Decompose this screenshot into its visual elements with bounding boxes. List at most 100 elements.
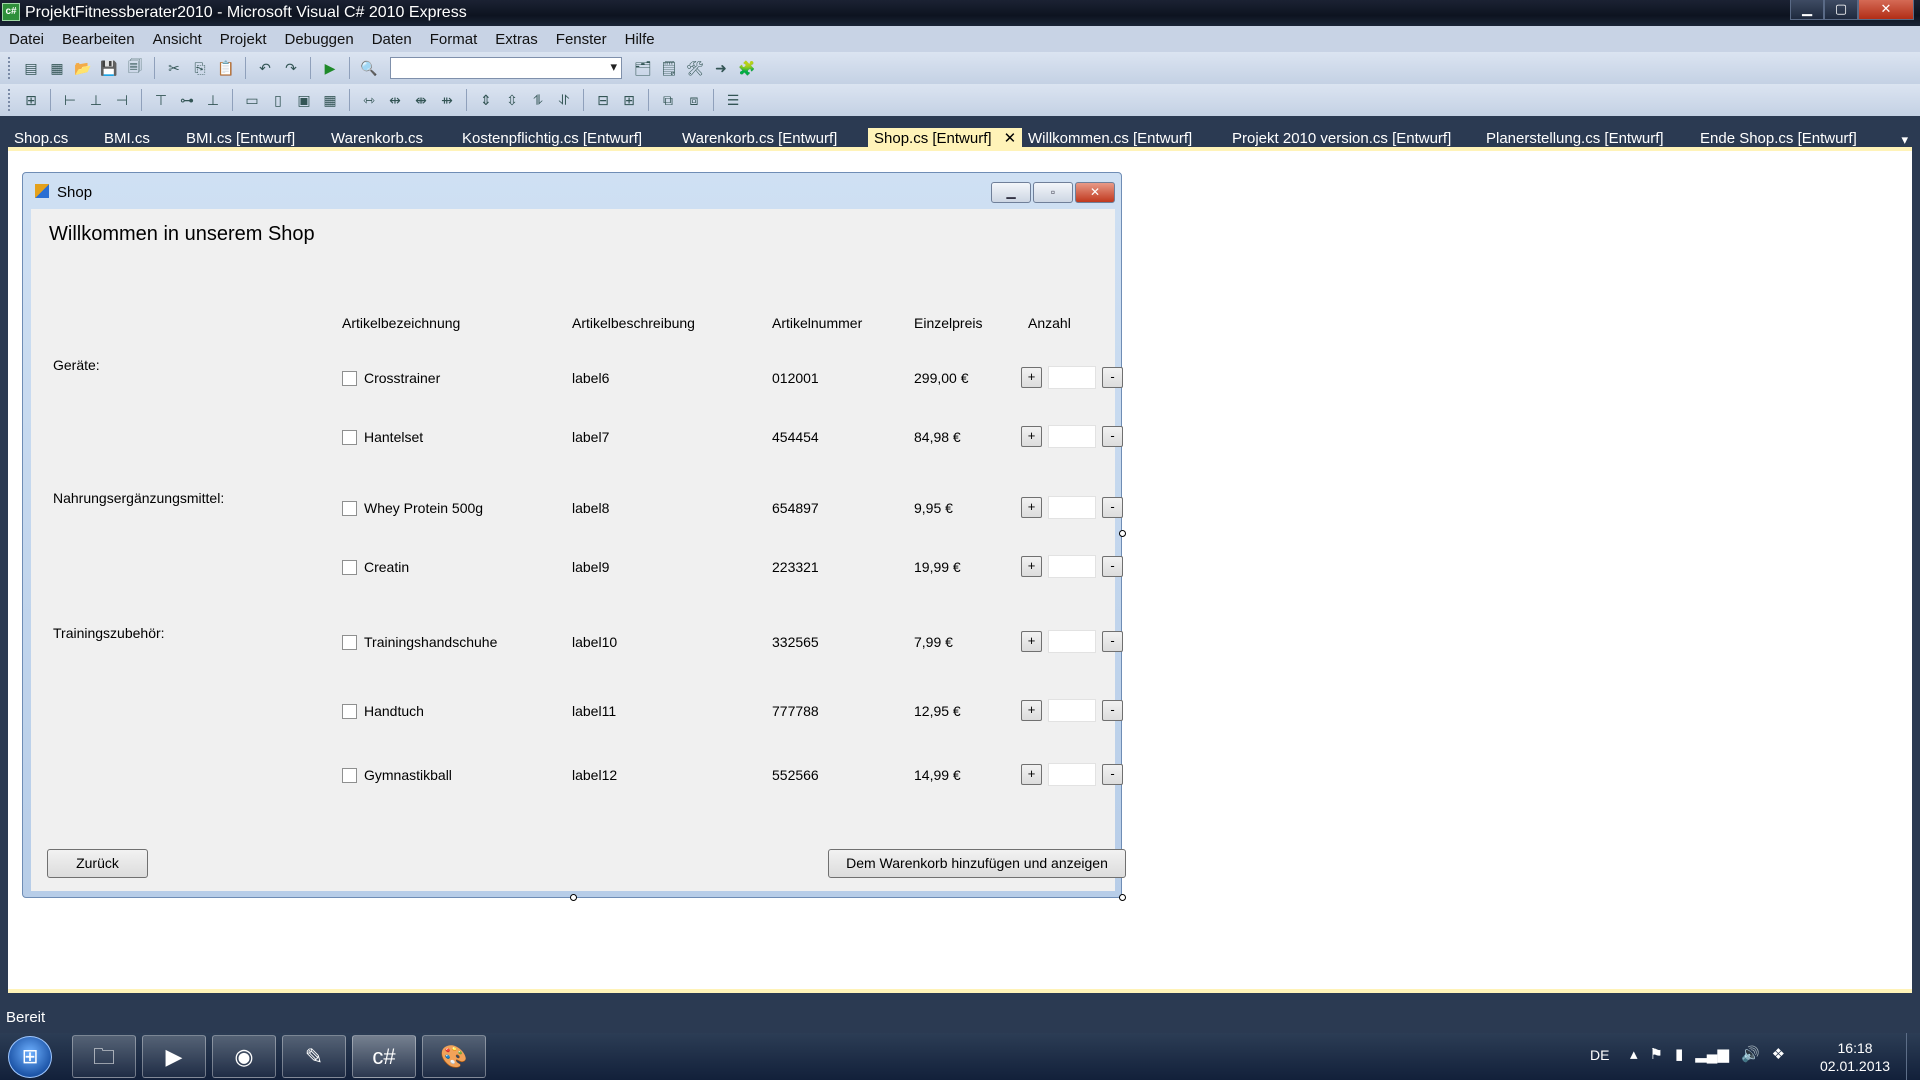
decrease-quantity-button[interactable]: - [1102, 556, 1123, 577]
toolbar-grip[interactable] [8, 57, 12, 79]
horizontal-spacing-increase-icon[interactable]: ⇹ [384, 89, 406, 111]
increase-quantity-button[interactable]: + [1021, 556, 1042, 577]
quantity-input[interactable] [1048, 496, 1096, 519]
minimize-button[interactable]: ▁ [1790, 0, 1824, 20]
dropbox-icon[interactable]: ❖ [1772, 1045, 1785, 1063]
solution-config-combo[interactable] [390, 57, 622, 79]
size-to-grid-icon[interactable]: ▦ [319, 89, 341, 111]
form-maximize-button[interactable]: ▫ [1033, 182, 1073, 203]
increase-quantity-button[interactable]: + [1021, 426, 1042, 447]
extension-manager-icon[interactable]: 🧩 [736, 57, 758, 79]
make-same-height-icon[interactable]: ▯ [267, 89, 289, 111]
menu-format[interactable]: Format [421, 31, 487, 48]
align-to-grid-icon[interactable]: ⊞ [20, 89, 42, 111]
align-centers-icon[interactable]: ⊥ [85, 89, 107, 111]
decrease-quantity-button[interactable]: - [1102, 700, 1123, 721]
resize-handle-right[interactable] [1119, 530, 1126, 537]
start-page-icon[interactable]: ➜ [710, 57, 732, 79]
send-to-back-icon[interactable]: ⧈ [683, 89, 705, 111]
quantity-input[interactable] [1048, 630, 1096, 653]
resize-handle-bottom[interactable] [570, 894, 577, 901]
horizontal-spacing-decrease-icon[interactable]: ⇼ [410, 89, 432, 111]
save-icon[interactable]: 💾 [98, 57, 120, 79]
decrease-quantity-button[interactable]: - [1102, 631, 1123, 652]
menu-extras[interactable]: Extras [486, 31, 547, 48]
windows-start-icon[interactable]: ⊞ [8, 1036, 52, 1078]
align-rights-icon[interactable]: ⊣ [111, 89, 133, 111]
menu-datei[interactable]: Datei [0, 31, 53, 48]
solution-explorer-icon[interactable]: 🗂 [632, 57, 654, 79]
quantity-input[interactable] [1048, 555, 1096, 578]
make-same-size-icon[interactable]: ▣ [293, 89, 315, 111]
network-signal-icon[interactable]: ▂▄▆ [1695, 1045, 1729, 1063]
resize-handle-corner[interactable] [1119, 894, 1126, 901]
language-indicator[interactable]: DE [1590, 1047, 1609, 1063]
volume-icon[interactable]: 🔊 [1741, 1045, 1760, 1063]
toolbar-grip[interactable] [8, 89, 12, 111]
horizontal-spacing-remove-icon[interactable]: ⇻ [436, 89, 458, 111]
horizontal-spacing-equal-icon[interactable]: ⇿ [358, 89, 380, 111]
explorer-folder-icon[interactable]: 🗀 [72, 1035, 136, 1078]
decrease-quantity-button[interactable]: - [1102, 764, 1123, 785]
menu-debuggen[interactable]: Debuggen [275, 31, 362, 48]
center-vertically-icon[interactable]: ⊞ [618, 89, 640, 111]
tab-overflow-dropdown-icon[interactable]: ▾ [1901, 132, 1908, 148]
firefox-icon[interactable]: ◉ [212, 1035, 276, 1078]
vertical-spacing-equal-icon[interactable]: ⇕ [475, 89, 497, 111]
increase-quantity-button[interactable]: + [1021, 764, 1042, 785]
increase-quantity-button[interactable]: + [1021, 367, 1042, 388]
menu-daten[interactable]: Daten [363, 31, 421, 48]
form-close-button[interactable]: ✕ [1075, 182, 1115, 203]
increase-quantity-button[interactable]: + [1021, 631, 1042, 652]
increase-quantity-button[interactable]: + [1021, 497, 1042, 518]
align-tops-icon[interactable]: ⊤ [150, 89, 172, 111]
find-in-files-icon[interactable]: 🔍 [358, 57, 380, 79]
new-project-icon[interactable]: ▤ [20, 57, 42, 79]
system-clock[interactable]: 16:18 02.01.2013 [1820, 1039, 1890, 1075]
save-all-icon[interactable]: 🗐 [124, 57, 146, 79]
center-horizontally-icon[interactable]: ⊟ [592, 89, 614, 111]
paint-icon[interactable]: 🎨 [422, 1035, 486, 1078]
toolbox-icon[interactable]: 🛠 [684, 57, 706, 79]
product-checkbox[interactable] [342, 635, 357, 650]
make-same-width-icon[interactable]: ▭ [241, 89, 263, 111]
product-checkbox[interactable] [342, 501, 357, 516]
close-button[interactable]: ✕ [1858, 0, 1914, 20]
vertical-spacing-decrease-icon[interactable]: ⥮ [527, 89, 549, 111]
undo-icon[interactable]: ↶ [254, 57, 276, 79]
quantity-input[interactable] [1048, 366, 1096, 389]
product-checkbox[interactable] [342, 430, 357, 445]
align-bottoms-icon[interactable]: ⊥ [202, 89, 224, 111]
maximize-button[interactable]: ▢ [1824, 0, 1858, 20]
close-tab-icon[interactable]: ✕ [1004, 130, 1017, 147]
align-lefts-icon[interactable]: ⊢ [59, 89, 81, 111]
product-checkbox[interactable] [342, 560, 357, 575]
menu-bearbeiten[interactable]: Bearbeiten [53, 31, 144, 48]
menu-hilfe[interactable]: Hilfe [616, 31, 664, 48]
quantity-input[interactable] [1048, 763, 1096, 786]
back-button[interactable]: Zurück [47, 849, 148, 878]
properties-icon[interactable]: 🗒 [658, 57, 680, 79]
media-player-icon[interactable]: ▶ [142, 1035, 206, 1078]
menu-fenster[interactable]: Fenster [547, 31, 616, 48]
increase-quantity-button[interactable]: + [1021, 700, 1042, 721]
product-checkbox[interactable] [342, 371, 357, 386]
product-checkbox[interactable] [342, 704, 357, 719]
start-debugging-icon[interactable]: ▶ [319, 57, 341, 79]
vertical-spacing-remove-icon[interactable]: ⥯ [553, 89, 575, 111]
redo-icon[interactable]: ↷ [280, 57, 302, 79]
menu-projekt[interactable]: Projekt [211, 31, 276, 48]
product-checkbox[interactable] [342, 768, 357, 783]
battery-icon[interactable]: ▮ [1675, 1045, 1683, 1063]
menu-ansicht[interactable]: Ansicht [144, 31, 211, 48]
quantity-input[interactable] [1048, 699, 1096, 722]
add-to-cart-button[interactable]: Dem Warenkorb hinzufügen und anzeigen [828, 849, 1126, 878]
open-file-icon[interactable]: 📂 [72, 57, 94, 79]
tab-order-icon[interactable]: ☰ [722, 89, 744, 111]
action-center-flag-icon[interactable]: ⚑ [1650, 1045, 1663, 1063]
visual-csharp-icon[interactable]: c# [352, 1035, 416, 1078]
shop-form[interactable]: Shop ▁ ▫ ✕ Willkommen in unserem Shop Ar… [22, 172, 1126, 901]
cut-icon[interactable]: ✂ [163, 57, 185, 79]
align-middles-icon[interactable]: ⊶ [176, 89, 198, 111]
bring-to-front-icon[interactable]: ⧉ [657, 89, 679, 111]
